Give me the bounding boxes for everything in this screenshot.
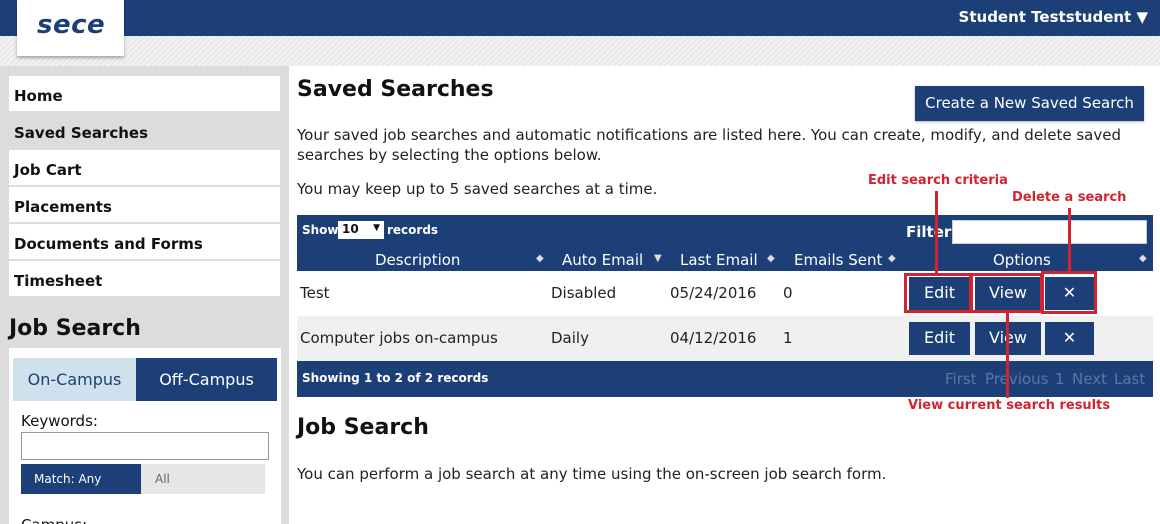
logo-text: sece [37,10,106,40]
cell-auto-email: Daily [551,329,589,347]
cell-description: Test [300,284,330,302]
cell-emails-sent: 1 [783,329,793,347]
cell-last-email: 05/24/2016 [670,284,757,302]
campus-label: Campus: [21,516,87,524]
table-header: Show 10 ▼ records Filter: Description ◆ … [297,215,1153,271]
pager-last[interactable]: Last [1114,370,1145,388]
annotation-edit: Edit search criteria [868,173,1008,188]
intro-text: Your saved job searches and automatic no… [297,126,1121,164]
annotation-view: View current search results [908,398,1111,413]
sort-icon[interactable]: ◆ [1139,253,1147,264]
records-per-page-value: 10 [342,222,359,236]
sidebar-item-job-cart[interactable]: Job Cart [9,150,280,185]
column-description[interactable]: Description [375,251,460,269]
sidebar-item-placements[interactable]: Placements [9,187,280,222]
annotation-view-line [1006,312,1009,398]
pager-next[interactable]: Next [1072,370,1107,388]
table-footer: Showing 1 to 2 of 2 records First Previo… [297,361,1153,397]
annotation-edit-line [935,191,938,276]
pager-previous[interactable]: Previous [985,370,1048,388]
limit-note: You may keep up to 5 saved searches at a… [297,180,658,198]
records-per-page-select[interactable]: 10 ▼ [338,221,384,239]
cell-description: Computer jobs on-campus [300,329,498,347]
create-saved-search-button[interactable]: Create a New Saved Search [915,86,1144,121]
campus-tabs: On-Campus Off-Campus [13,358,277,401]
sidebar-item-home[interactable]: Home [9,76,280,111]
sidebar-item-documents-forms[interactable]: Documents and Forms [9,224,280,259]
column-auto-email[interactable]: Auto Email [562,251,643,269]
column-last-email[interactable]: Last Email [680,251,758,269]
job-search-heading: Job Search [297,415,429,440]
annotation-edit-box [904,273,972,313]
annotation-delete: Delete a search [1012,190,1127,205]
sidebar: Home Saved Searches Job Cart Placements … [0,66,289,524]
sort-icon[interactable]: ◆ [888,253,896,264]
header-pattern [0,36,1160,66]
filter-label: Filter: [906,223,958,241]
page-title: Saved Searches [297,77,494,102]
annotation-delete-line [1068,208,1071,274]
pager-page-1[interactable]: 1 [1055,370,1065,388]
match-toggle: Match: Any All [21,464,265,494]
sidebar-job-search-title: Job Search [9,316,141,341]
job-search-form: On-Campus Off-Campus Keywords: Match: An… [9,348,281,524]
annotation-delete-box [1041,271,1097,314]
show-label: Show [302,223,339,237]
match-any-button[interactable]: Match: Any [21,464,141,494]
sort-icon[interactable]: ◆ [536,253,544,264]
user-menu[interactable]: Student Teststudent ▼ [959,8,1148,26]
sidebar-item-saved-searches[interactable]: Saved Searches [9,113,280,148]
filter-input[interactable] [952,220,1147,244]
column-emails-sent[interactable]: Emails Sent [794,251,882,269]
annotation-view-box [970,273,1043,313]
sort-desc-icon[interactable]: ▼ [654,253,662,264]
top-bar: Student Teststudent ▼ [0,0,1160,36]
cell-emails-sent: 0 [783,284,793,302]
column-options: Options [993,251,1051,269]
records-info: Showing 1 to 2 of 2 records [302,371,489,385]
cell-auto-email: Disabled [551,284,617,302]
cell-last-email: 04/12/2016 [670,329,757,347]
logo[interactable]: sece [17,0,124,56]
table-row: Computer jobs on-campus Daily 04/12/2016… [297,316,1153,361]
records-label: records [387,223,439,237]
edit-button[interactable]: Edit [909,322,970,355]
sidebar-item-timesheet[interactable]: Timesheet [9,261,280,296]
match-all-button[interactable]: All [155,472,170,486]
chevron-down-icon: ▼ [373,223,380,233]
delete-button[interactable]: ✕ [1045,322,1094,355]
job-search-text: You can perform a job search at any time… [297,465,887,483]
sort-icon[interactable]: ◆ [767,253,775,264]
tab-off-campus[interactable]: Off-Campus [136,358,277,401]
keywords-label: Keywords: [21,412,98,430]
tab-on-campus[interactable]: On-Campus [13,358,136,401]
close-icon: ✕ [1062,328,1077,347]
pager-first[interactable]: First [945,370,977,388]
keywords-input[interactable] [21,432,269,460]
